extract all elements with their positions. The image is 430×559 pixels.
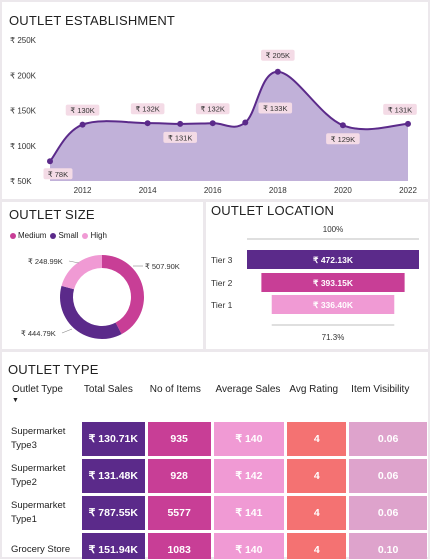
cell-avg-rating: 4 (287, 422, 347, 456)
cell-total-sales: ₹ 131.48K (81, 459, 145, 493)
data-point (79, 121, 86, 128)
cell-avg-rating: 4 (287, 533, 347, 559)
x-tick-label: 2014 (139, 186, 157, 195)
table-row[interactable]: Supermarket Type1 ₹ 787.55K 5577 ₹ 141 4 0.06 (10, 496, 427, 530)
y-tick-label: ₹ 250K (10, 36, 37, 45)
location-funnel-chart: 100% Tier 3 ₹ 472.13K Tier 2 ₹ 393.15K Tier 1… (211, 225, 419, 342)
leader-line (61, 328, 73, 334)
col-header-avg-rating[interactable]: Avg Rating (287, 383, 346, 419)
cell-items: 1083 (147, 533, 211, 559)
cell-visibility: 0.10 (349, 533, 427, 559)
data-label: ₹ 130K (70, 106, 94, 115)
slice-label-high: ₹ 248.99K (28, 257, 63, 266)
x-tick-label: 2016 (204, 186, 222, 195)
funnel-value-label: ₹ 336.40K (313, 300, 354, 310)
cell-avg-sales: ₹ 140 (213, 533, 285, 559)
outlet-type-title: OUTLET TYPE (8, 362, 99, 377)
size-donut-chart: ₹ 507.90K ₹ 444.79K ₹ 248.99K (21, 255, 180, 339)
x-tick-label: 2018 (269, 186, 287, 195)
cell-items: 5577 (147, 496, 211, 530)
cell-items: 935 (147, 422, 211, 456)
data-label: ₹ 131K (168, 133, 192, 142)
y-tick-label: ₹ 150K (10, 107, 37, 116)
location-panel: OUTLET LOCATION 100% Tier 3 ₹ 472.13K Tier … (206, 202, 428, 349)
data-point (177, 120, 184, 127)
y-tick-label: ₹ 100K (10, 142, 37, 151)
table-row[interactable]: Supermarket Type2 ₹ 131.48K 928 ₹ 142 4 0.06 (10, 459, 427, 493)
x-tick-label: 2020 (334, 186, 352, 195)
funnel-value-label: ₹ 393.15K (313, 278, 354, 288)
cell-avg-rating: 4 (287, 496, 347, 530)
cell-total-sales: ₹ 130.71K (81, 422, 145, 456)
establishment-panel: OUTLET ESTABLISHMENT ₹ 50K ₹ 100K ₹ 150K ₹ … (2, 2, 428, 199)
x-tick-label: 2022 (399, 186, 417, 195)
funnel-category-label: Tier 3 (211, 255, 233, 265)
col-header-outlet-type[interactable]: Outlet Type ▼ (10, 383, 79, 419)
data-point (242, 119, 249, 126)
donut-slice-high (61, 255, 102, 290)
col-header-items[interactable]: No of Items (148, 383, 211, 419)
cell-visibility: 0.06 (349, 422, 427, 456)
cell-avg-sales: ₹ 140 (213, 422, 285, 456)
slice-label-medium: ₹ 507.90K (145, 262, 180, 271)
data-point (339, 122, 346, 129)
slice-label-small: ₹ 444.79K (21, 329, 56, 338)
funnel-bottom-percent: 71.3% (322, 333, 345, 342)
data-label: ₹ 131K (388, 105, 412, 114)
cell-outlet-type: Supermarket Type1 (11, 500, 66, 525)
data-point (405, 120, 411, 127)
cell-items: 928 (147, 459, 211, 493)
establishment-chart: ₹ 50K ₹ 100K ₹ 150K ₹ 200K ₹ 250K 2012 2014 201… (10, 36, 417, 195)
data-point (209, 120, 216, 127)
data-label: ₹ 78K (48, 170, 68, 179)
cell-visibility: 0.06 (349, 459, 427, 493)
table-header-row: Outlet Type ▼ Total Sales No of Items Ave… (10, 383, 427, 419)
table-row[interactable]: Grocery Store ₹ 151.94K 1083 ₹ 140 4 0.10 (10, 533, 427, 559)
leader-line (68, 260, 80, 264)
data-point (144, 120, 151, 127)
data-point (47, 158, 53, 165)
cell-outlet-type: Grocery Store (11, 544, 71, 555)
table-row[interactable]: Supermarket Type3 ₹ 130.71K 935 ₹ 140 4 0.06 (10, 422, 427, 456)
data-label: ₹ 133K (263, 104, 287, 113)
cell-visibility: 0.06 (349, 496, 427, 530)
donut-slice-medium (102, 255, 144, 335)
cell-avg-rating: 4 (287, 459, 347, 493)
cell-outlet-type: Supermarket Type3 (11, 426, 66, 451)
funnel-top-percent: 100% (323, 225, 343, 234)
cell-avg-sales: ₹ 142 (213, 459, 285, 493)
x-tick-label: 2012 (74, 186, 92, 195)
cell-outlet-type: Supermarket Type2 (11, 463, 66, 488)
funnel-category-label: Tier 2 (211, 278, 233, 288)
data-label: ₹ 132K (201, 105, 225, 114)
data-label: ₹ 129K (331, 135, 355, 144)
col-header-total-sales[interactable]: Total Sales (82, 383, 145, 419)
size-panel: OUTLET SIZE Medium Small High ₹ 507.90K ₹… (2, 202, 203, 349)
col-header-avg-sales[interactable]: Average Sales (214, 383, 285, 419)
cell-total-sales: ₹ 151.94K (81, 533, 145, 559)
cell-total-sales: ₹ 787.55K (81, 496, 145, 530)
cell-avg-sales: ₹ 141 (213, 496, 285, 530)
col-header-visibility[interactable]: Item Visibility (349, 383, 427, 419)
sort-down-icon[interactable]: ▼ (12, 397, 77, 404)
data-label: ₹ 132K (135, 105, 159, 114)
y-tick-label: ₹ 200K (10, 71, 37, 80)
donut-slice-small (60, 285, 122, 339)
y-tick-label: ₹ 50K (10, 177, 32, 186)
funnel-value-label: ₹ 472.13K (313, 255, 354, 265)
data-label: ₹ 205K (266, 51, 290, 60)
funnel-category-label: Tier 1 (211, 300, 233, 310)
outlet-type-table-body: Supermarket Type3 ₹ 130.71K 935 ₹ 140 4 0.06 S… (10, 422, 427, 559)
outlet-type-table: Outlet Type ▼ Total Sales No of Items Ave… (7, 380, 430, 559)
data-point (274, 68, 281, 75)
